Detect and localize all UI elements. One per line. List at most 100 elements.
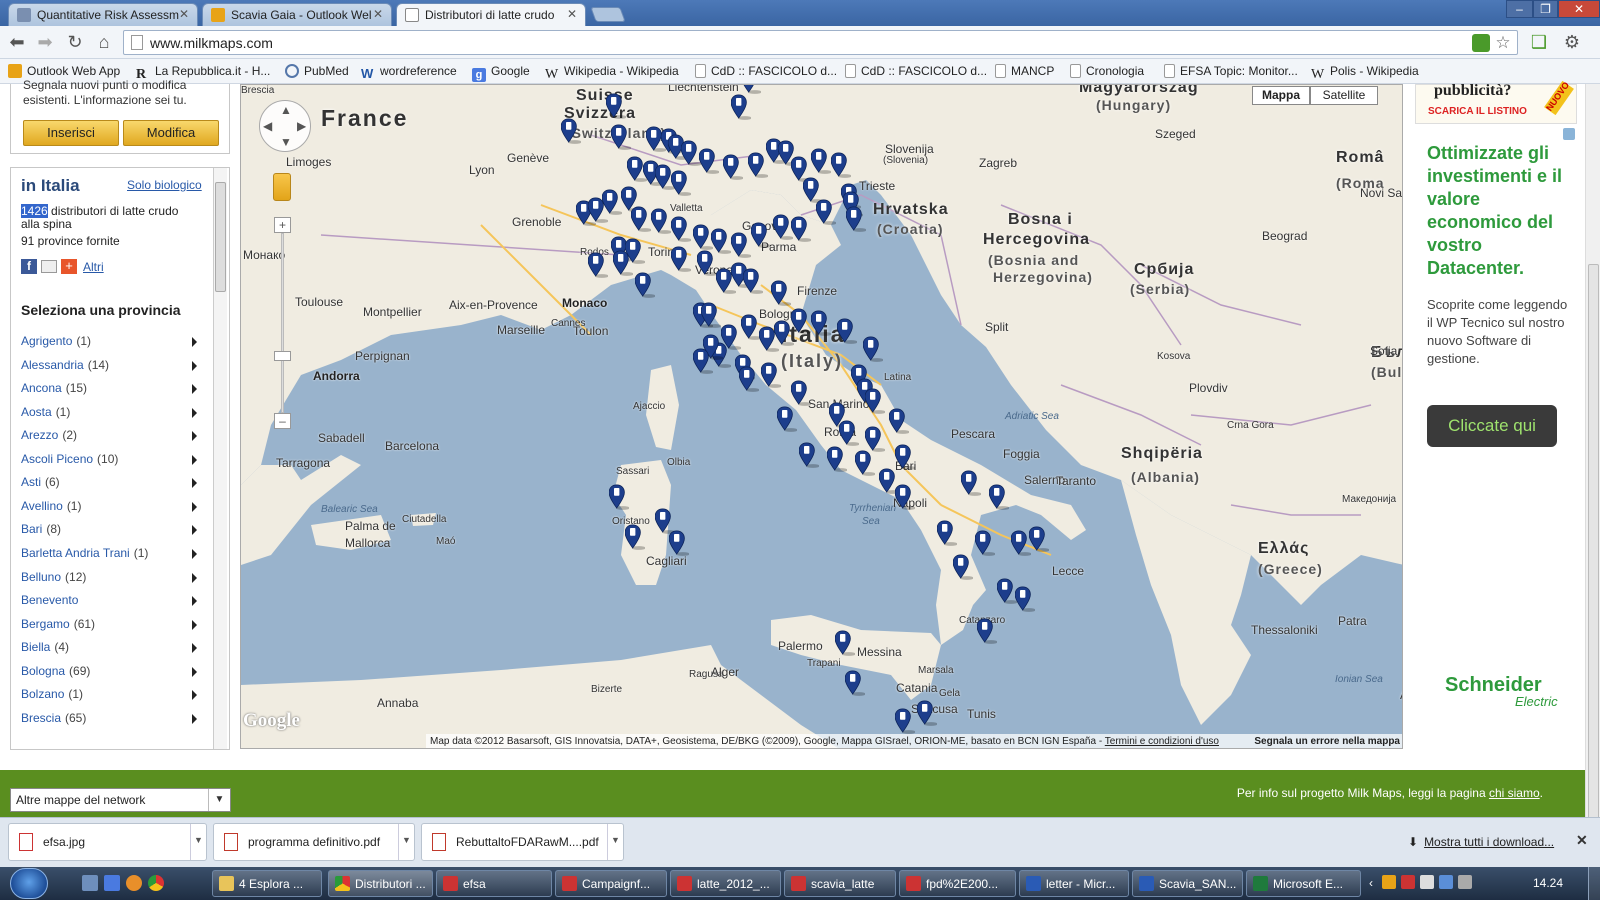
milk-dispenser-marker-icon[interactable] xyxy=(602,188,622,218)
milk-dispenser-marker-icon[interactable] xyxy=(863,335,883,365)
province-item[interactable]: Biella (4) xyxy=(21,640,69,654)
others-share-link[interactable]: Altri xyxy=(83,260,104,274)
province-item[interactable]: Asti (6) xyxy=(21,475,60,489)
chevron-up-icon[interactable]: ▲ xyxy=(280,103,292,117)
close-download-bar-icon[interactable]: ✕ xyxy=(1576,832,1588,849)
organic-only-link[interactable]: Solo biologico xyxy=(127,178,202,192)
bookmark-google[interactable]: g Google xyxy=(472,64,530,82)
chevron-right-icon[interactable] xyxy=(192,337,197,347)
milk-dispenser-marker-icon[interactable] xyxy=(811,147,831,177)
listino-link[interactable]: SCARICA IL LISTINO xyxy=(1428,106,1527,117)
chevron-right-icon[interactable] xyxy=(192,548,197,559)
google-logo[interactable]: Google xyxy=(243,710,300,732)
milk-dispenser-marker-icon[interactable] xyxy=(791,215,811,245)
zoom-slider-handle[interactable] xyxy=(274,351,291,361)
page-scrollbar[interactable] xyxy=(1585,84,1600,824)
star-icon[interactable]: ☆ xyxy=(1494,34,1512,52)
tray-app-icon[interactable] xyxy=(1382,875,1396,889)
close-window-button[interactable]: ✕ xyxy=(1558,0,1600,18)
milk-dispenser-marker-icon[interactable] xyxy=(953,553,973,583)
province-item[interactable]: Benevento xyxy=(21,593,82,607)
extension-icon[interactable]: ❑ xyxy=(1528,32,1550,54)
milk-dispenser-marker-icon[interactable] xyxy=(609,483,629,513)
milk-dispenser-marker-icon[interactable] xyxy=(731,93,751,123)
close-icon[interactable]: ✕ xyxy=(179,7,189,21)
milk-dispenser-marker-icon[interactable] xyxy=(731,231,751,261)
taskbar-item[interactable]: Distributori ... xyxy=(328,870,433,897)
map-view[interactable]: FranceSuisseSvizzera(Switzerland)Liechte… xyxy=(240,84,1403,749)
new-tab-button[interactable] xyxy=(590,7,626,22)
milk-dispenser-marker-icon[interactable] xyxy=(671,215,691,245)
taskbar-item[interactable]: Microsoft E... xyxy=(1246,870,1361,897)
terms-link[interactable]: Termini e condizioni d'uso xyxy=(1105,736,1219,747)
ad-banner[interactable]: pubblicità? SCARICA IL LISTINO NUOVO Ott… xyxy=(1415,80,1577,729)
milk-dispenser-marker-icon[interactable] xyxy=(773,213,793,243)
milk-dispenser-marker-icon[interactable] xyxy=(961,469,981,499)
zoom-in-button[interactable]: + xyxy=(274,217,291,233)
milk-dispenser-marker-icon[interactable] xyxy=(699,147,719,177)
chevron-right-icon[interactable]: ▶ xyxy=(297,119,306,133)
province-item[interactable]: Aosta (1) xyxy=(21,405,70,419)
chevron-right-icon[interactable] xyxy=(192,713,197,724)
chevron-right-icon[interactable] xyxy=(192,690,197,701)
sidebar-scrollbar[interactable] xyxy=(213,168,227,749)
report-error-link[interactable]: Segnala un errore nella mappa xyxy=(1254,734,1400,748)
milk-dispenser-marker-icon[interactable] xyxy=(561,117,581,147)
taskbar-item[interactable]: scavia_latte xyxy=(784,870,896,897)
tray-app-icon[interactable] xyxy=(1420,875,1434,889)
province-item[interactable]: Agrigento (1) xyxy=(21,334,91,348)
tray-expand-icon[interactable]: ‹ xyxy=(1369,876,1373,890)
taskbar-item[interactable]: Campaignf... xyxy=(555,870,667,897)
province-item[interactable]: Ancona (15) xyxy=(21,381,87,395)
sidebar-scroll-thumb[interactable] xyxy=(215,182,226,292)
start-button[interactable] xyxy=(10,868,48,899)
milk-dispenser-marker-icon[interactable] xyxy=(671,169,691,199)
chevron-left-icon[interactable]: ◀ xyxy=(263,119,272,133)
province-item[interactable]: Bari (8) xyxy=(21,522,61,536)
quicklaunch-ie-icon[interactable] xyxy=(104,875,120,891)
chevron-right-icon[interactable] xyxy=(192,666,197,677)
bookmark-outlook[interactable]: Outlook Web App xyxy=(8,64,120,78)
chevron-down-icon[interactable]: ▼ xyxy=(280,135,292,149)
chevron-right-icon[interactable] xyxy=(192,384,197,395)
milk-dispenser-marker-icon[interactable] xyxy=(989,483,1009,513)
milk-dispenser-marker-icon[interactable] xyxy=(865,387,885,417)
volume-icon[interactable] xyxy=(1458,875,1472,889)
chevron-right-icon[interactable] xyxy=(192,501,197,512)
milk-dispenser-marker-icon[interactable] xyxy=(606,92,626,122)
bookmark-efsa[interactable]: EFSA Topic: Monitor... xyxy=(1164,64,1298,78)
milk-dispenser-marker-icon[interactable] xyxy=(835,629,855,659)
milk-dispenser-marker-icon[interactable] xyxy=(681,139,701,169)
taskbar-item[interactable]: latte_2012_... xyxy=(670,870,781,897)
milk-dispenser-marker-icon[interactable] xyxy=(739,365,759,395)
milk-dispenser-marker-icon[interactable] xyxy=(917,699,937,729)
chevron-down-icon[interactable]: ▼ xyxy=(190,824,206,860)
chevron-right-icon[interactable] xyxy=(192,454,197,465)
chevron-right-icon[interactable] xyxy=(192,643,197,654)
milk-dispenser-marker-icon[interactable] xyxy=(751,221,771,251)
chevron-right-icon[interactable] xyxy=(192,431,197,442)
chevron-right-icon[interactable] xyxy=(192,360,197,371)
forward-icon[interactable]: ➡ xyxy=(34,32,56,54)
province-item[interactable]: Bergamo (61) xyxy=(21,617,95,631)
milk-dispenser-marker-icon[interactable] xyxy=(846,205,866,235)
zoom-slider-track[interactable] xyxy=(281,233,284,413)
milk-dispenser-marker-icon[interactable] xyxy=(671,245,691,275)
facebook-icon[interactable]: f xyxy=(21,259,37,274)
bookmark-cdd-2[interactable]: CdD :: FASCICOLO d... xyxy=(845,64,987,78)
taskbar-item[interactable]: fpd%2E200... xyxy=(899,870,1016,897)
reload-icon[interactable]: ↻ xyxy=(64,32,86,54)
milk-dispenser-marker-icon[interactable] xyxy=(799,441,819,471)
bookmark-wikipedia[interactable]: W Wikipedia - Wikipedia xyxy=(545,64,679,82)
milk-dispenser-marker-icon[interactable] xyxy=(625,523,645,553)
milk-dispenser-marker-icon[interactable] xyxy=(895,483,915,513)
province-item[interactable]: Avellino (1) xyxy=(21,499,81,513)
milk-dispenser-marker-icon[interactable] xyxy=(669,529,689,559)
milk-dispenser-marker-icon[interactable] xyxy=(588,251,608,281)
ad-top-box[interactable]: pubblicità? SCARICA IL LISTINO NUOVO xyxy=(1415,80,1577,124)
chevron-down-icon[interactable]: ▼ xyxy=(607,824,623,860)
province-item[interactable]: Ascoli Piceno (10) xyxy=(21,452,118,466)
province-item[interactable]: Brescia (65) xyxy=(21,711,86,725)
milk-dispenser-marker-icon[interactable] xyxy=(889,407,909,437)
province-item[interactable]: Bolzano (1) xyxy=(21,687,83,701)
